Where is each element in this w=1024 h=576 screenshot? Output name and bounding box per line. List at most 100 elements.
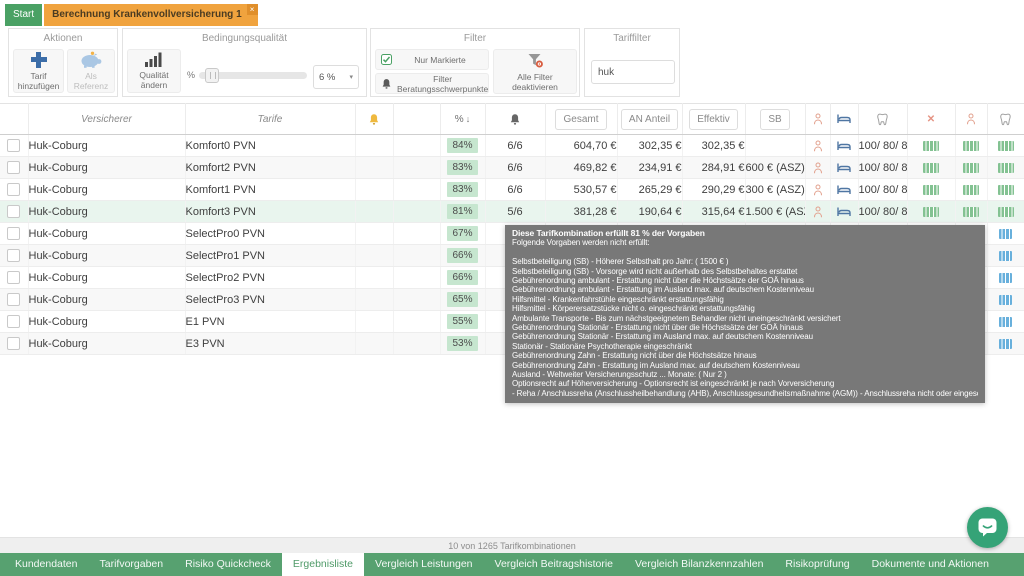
header-ambulant[interactable] xyxy=(805,104,830,135)
tarif-hinzufuegen-label: Tarif hinzufügen xyxy=(14,71,63,91)
percent-badge: 53% xyxy=(447,336,477,351)
sb-header-box[interactable]: SB xyxy=(760,109,789,130)
nur-markierte-button[interactable]: Nur Markierte xyxy=(375,49,489,70)
header-versicherer[interactable]: Versicherer xyxy=(28,104,185,135)
tab-berechnung[interactable]: Berechnung Krankenvollversicherung 1 × xyxy=(44,4,258,26)
tooltip-item: Gebührenordnung Stationär - Erstattung i… xyxy=(512,332,978,341)
rating-bars-icon xyxy=(999,229,1012,239)
row-checkbox[interactable] xyxy=(7,271,20,284)
row-checkbox[interactable] xyxy=(7,315,20,328)
bell-icon-yellow xyxy=(368,113,380,126)
an-anteil-header-box[interactable]: AN Anteil xyxy=(621,109,678,130)
gesamt-cell: 381,28 € xyxy=(545,201,617,223)
header-zahn[interactable] xyxy=(858,104,907,135)
nav-item-vergleich-beitragshistorie[interactable]: Vergleich Beitragshistorie xyxy=(484,553,624,576)
versicherer-cell: Huk-Coburg xyxy=(28,311,185,333)
row-checkbox[interactable] xyxy=(7,161,20,174)
header-an-anteil[interactable]: AN Anteil xyxy=(617,104,682,135)
header-effektiv[interactable]: Effektiv xyxy=(682,104,745,135)
table-row[interactable]: Huk-CoburgKomfort1 PVN83%6/6530,57 €265,… xyxy=(0,179,1024,201)
rating-bars-icon xyxy=(999,317,1012,327)
row-checkbox[interactable] xyxy=(7,139,20,152)
rating-cell-1 xyxy=(907,157,955,179)
header-sb[interactable]: SB xyxy=(745,104,805,135)
versicherer-cell: Huk-Coburg xyxy=(28,267,185,289)
percent-badge: 83% xyxy=(447,160,477,175)
header-hint-col[interactable] xyxy=(355,104,393,135)
extra-cell xyxy=(393,201,440,223)
extra-cell xyxy=(393,135,440,157)
an-anteil-cell: 190,64 € xyxy=(617,201,682,223)
nur-markierte-label: Nur Markierte xyxy=(397,55,483,65)
tarif-cell: Komfort0 PVN xyxy=(185,135,355,157)
row-checkbox[interactable] xyxy=(7,183,20,196)
criteria-tooltip: Diese Tarifkombination erfüllt 81 % der … xyxy=(505,225,985,403)
nav-item-vergleich-bilanzkennzahlen[interactable]: Vergleich Bilanzkennzahlen xyxy=(624,553,774,576)
row-checkbox[interactable] xyxy=(7,249,20,262)
rating-bars-icon xyxy=(999,295,1012,305)
nav-item-dokumente-und-aktionen[interactable]: Dokumente und Aktionen xyxy=(861,553,1000,576)
als-referenz-button[interactable]: Als Referenz xyxy=(67,49,115,93)
panel-filter: Filter Nur Markierte Filter Beratungssch… xyxy=(370,28,580,97)
als-referenz-label: Als Referenz xyxy=(68,71,114,91)
x-icon: ✕ xyxy=(927,114,935,125)
gesamt-header-box[interactable]: Gesamt xyxy=(555,109,606,130)
quality-slider-handle[interactable] xyxy=(205,68,219,83)
rating-bars-icon xyxy=(998,163,1014,173)
row-select-cell xyxy=(0,333,28,355)
table-row[interactable]: Huk-CoburgKomfort3 PVN81%5/6381,28 €190,… xyxy=(0,201,1024,223)
effektiv-header-box[interactable]: Effektiv xyxy=(689,109,738,130)
alle-filter-deaktivieren-button[interactable]: Alle Filter deaktivieren xyxy=(493,49,577,94)
table-row[interactable]: Huk-CoburgKomfort0 PVN84%6/6604,70 €302,… xyxy=(0,135,1024,157)
panel-aktionen: Aktionen Tarif hinzufügen Als Referenz xyxy=(8,28,118,97)
chat-button[interactable] xyxy=(967,507,1008,548)
tariffilter-input[interactable] xyxy=(591,60,675,84)
tooltip-item: Optionsrecht auf Höherversicherung - Opt… xyxy=(512,379,978,388)
person-icon xyxy=(966,113,976,125)
nav-item-kundendaten[interactable]: Kundendaten xyxy=(4,553,88,576)
header-ambulant-rating[interactable] xyxy=(955,104,987,135)
quality-select[interactable]: 6 % ▾ xyxy=(313,65,359,89)
qualitaet-aendern-button[interactable]: Qualität ändern xyxy=(127,49,181,93)
extra-cell xyxy=(393,267,440,289)
tab-start[interactable]: Start xyxy=(5,4,42,26)
rating-bars-icon xyxy=(923,185,939,195)
header-gesamt[interactable]: Gesamt xyxy=(545,104,617,135)
header-stationaer[interactable] xyxy=(830,104,858,135)
rating-bars-icon xyxy=(923,163,939,173)
hint-cell xyxy=(355,311,393,333)
nav-item-vergleich-leistungen[interactable]: Vergleich Leistungen xyxy=(364,553,484,576)
tooltip-item: Gebührenordnung Zahn - Erstattung im Aus… xyxy=(512,361,978,370)
quality-slider[interactable] xyxy=(199,72,307,79)
row-select-cell xyxy=(0,135,28,157)
row-checkbox[interactable] xyxy=(7,227,20,240)
row-checkbox[interactable] xyxy=(7,337,20,350)
table-row[interactable]: Huk-CoburgKomfort2 PVN83%6/6469,82 €234,… xyxy=(0,157,1024,179)
tarif-cell: SelectPro0 PVN xyxy=(185,223,355,245)
tarif-cell: SelectPro3 PVN xyxy=(185,289,355,311)
filter-beratungsschwerpunkte-button[interactable]: Filter Beratungsschwerpunkte xyxy=(375,73,489,94)
tooltip-subtitle: Folgende Vorgaben werden nicht erfüllt: xyxy=(512,238,978,247)
row-checkbox[interactable] xyxy=(7,293,20,306)
header-zahn-rating[interactable] xyxy=(987,104,1024,135)
rating-bars-icon xyxy=(998,185,1014,195)
rating-cell-1 xyxy=(907,179,955,201)
close-icon[interactable]: × xyxy=(247,4,258,15)
ambulant-cell xyxy=(805,201,830,223)
nav-item-risiko-quickcheck[interactable]: Risiko Quickcheck xyxy=(174,553,282,576)
nav-item-tarifvorgaben[interactable]: Tarifvorgaben xyxy=(88,553,174,576)
row-checkbox[interactable] xyxy=(7,205,20,218)
sb-cell: 1.500 € (ASZ) xyxy=(745,201,805,223)
statusbar: 10 von 1265 Tarifkombinationen xyxy=(0,537,1024,553)
nav-item-ergebnisliste[interactable]: Ergebnisliste xyxy=(282,553,364,576)
header-x-col[interactable]: ✕ xyxy=(907,104,955,135)
header-tarife[interactable]: Tarife xyxy=(185,104,355,135)
tarif-hinzufuegen-button[interactable]: Tarif hinzufügen xyxy=(13,49,64,93)
percent-badge: 65% xyxy=(447,292,477,307)
rating-bars-icon xyxy=(999,273,1012,283)
row-select-cell xyxy=(0,179,28,201)
header-beratungsschwerpunkte[interactable] xyxy=(485,104,545,135)
header-percent[interactable]: %↓ xyxy=(440,104,485,135)
nav-item-risikoprüfung[interactable]: Risikoprüfung xyxy=(774,553,860,576)
versicherer-cell: Huk-Coburg xyxy=(28,245,185,267)
